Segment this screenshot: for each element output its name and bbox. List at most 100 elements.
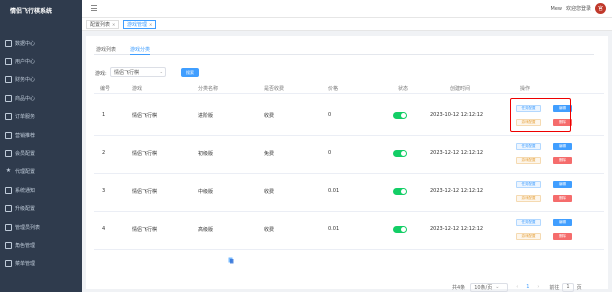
sidebar-item-notice[interactable]: 系统通知: [0, 181, 82, 199]
task-config-button[interactable]: 任务配置: [516, 181, 541, 188]
cell-price: 0.01: [328, 226, 340, 232]
star-icon: ★: [5, 167, 12, 175]
table-row: 3 情侣飞行棋 中级版 收费 0.01 2023-12-12 12:12:12 …: [94, 174, 604, 212]
cell-price: 0: [328, 112, 332, 118]
finance-icon: [5, 76, 12, 84]
column-header: 创建时间: [450, 86, 471, 92]
next-page-icon[interactable]: ›: [537, 284, 539, 290]
delete-button[interactable]: 删除: [553, 157, 572, 164]
close-icon[interactable]: ✕: [149, 22, 152, 27]
goto-suffix: 页: [576, 284, 582, 291]
sidebar-item-label: 管理员列表: [15, 224, 41, 231]
sidebar-item-roles[interactable]: 角色管理: [0, 236, 82, 254]
cell-id: 3: [102, 188, 106, 194]
cell-time: 2023-12-12 12:12:12: [430, 150, 484, 156]
cell-charge: 收费: [264, 113, 275, 119]
table-header: 编号 游戏 分类名称 是否收费 价格 状态 创建时间 操作: [94, 82, 604, 94]
table-row: 4 情侣飞行棋 高级版 收费 0.01 2023-12-12 12:12:12 …: [94, 212, 604, 250]
tab-game-list[interactable]: 游戏列表: [96, 46, 116, 53]
cell-category: 初级版: [198, 151, 214, 157]
sidebar-item-label: 财务中心: [15, 77, 36, 84]
game-select[interactable]: 情侣飞行棋 ⌄: [110, 67, 166, 77]
delete-button[interactable]: 删除: [553, 233, 572, 240]
cell-category: 进阶版: [198, 113, 214, 119]
sidebar: 情侣飞行棋系统 数据中心 用户中心 财务中心 商品中心 订单服务 营销推荐 会员…: [0, 0, 82, 292]
cell-time: 2023-12-12 12:12:12: [430, 188, 484, 194]
edit-button[interactable]: 编辑: [553, 181, 572, 188]
task-config-button[interactable]: 任务配置: [516, 143, 541, 150]
inner-tabs: 游戏列表 游戏分类: [94, 45, 594, 55]
edit-button[interactable]: 编辑: [553, 219, 572, 226]
avatar[interactable]: 官: [595, 3, 606, 14]
cell-charge: 收费: [264, 227, 275, 233]
sidebar-item-label: 角色管理: [15, 242, 36, 249]
sidebar-item-agent[interactable]: ★ 代理配置: [0, 163, 82, 181]
sidebar-item-orders[interactable]: 订单服务: [0, 108, 82, 126]
prev-page-icon[interactable]: ‹: [516, 284, 518, 290]
list-icon: [5, 205, 12, 213]
sidebar-item-member[interactable]: 会员配置: [0, 144, 82, 162]
game-select-value: 情侣飞行棋: [114, 69, 140, 76]
status-toggle[interactable]: [393, 112, 407, 119]
tag-game-manage[interactable]: 游戏管理 ✕: [123, 20, 157, 29]
sidebar-menu: 数据中心 用户中心 财务中心 商品中心 订单服务 营销推荐 会员配置 ★ 代理配置…: [0, 34, 82, 273]
tag-label: 游戏管理: [127, 22, 148, 28]
status-toggle[interactable]: [393, 188, 407, 195]
menu-icon: [5, 260, 12, 268]
cell-game: 情侣飞行棋: [132, 227, 158, 233]
close-icon[interactable]: ✕: [112, 22, 115, 27]
dashboard-icon: [5, 39, 12, 47]
cell-time: 2023-12-12 12:12:12: [430, 226, 484, 232]
page-size-select[interactable]: 10条/页 ⌄: [470, 282, 509, 292]
page-size-value: 10条/页: [474, 284, 493, 291]
page-number-current[interactable]: 1: [526, 284, 529, 290]
sidebar-item-label: 订单服务: [15, 114, 36, 121]
table-row: 2 情侣飞行棋 初级版 免费 0 2023-12-12 12:12:12 任务配…: [94, 136, 604, 174]
sidebar-item-upgrade[interactable]: 升级配置: [0, 200, 82, 218]
sidebar-item-admins[interactable]: 管理员列表: [0, 218, 82, 236]
sidebar-item-goods[interactable]: 商品中心: [0, 89, 82, 107]
sidebar-item-data[interactable]: 数据中心: [0, 34, 82, 52]
goods-icon: [5, 94, 12, 102]
column-header: 操作: [520, 86, 531, 92]
sidebar-item-users[interactable]: 用户中心: [0, 52, 82, 70]
column-header: 编号: [100, 86, 111, 92]
status-toggle[interactable]: [393, 226, 407, 233]
delete-button[interactable]: 删除: [553, 195, 572, 202]
game-config-button[interactable]: 游戏配置: [516, 233, 541, 240]
goto-page-input[interactable]: 1: [562, 282, 574, 292]
game-config-button[interactable]: 游戏配置: [516, 157, 541, 164]
pagination-total: 共4条: [452, 284, 466, 291]
cell-id: 2: [102, 150, 106, 156]
sidebar-item-menus[interactable]: 菜单管理: [0, 255, 82, 273]
edit-button[interactable]: 编辑: [553, 143, 572, 150]
column-header: 分类名称: [198, 86, 219, 92]
column-header: 是否收费: [264, 86, 285, 92]
status-toggle[interactable]: [393, 150, 407, 157]
sidebar-item-label: 商品中心: [15, 95, 36, 102]
tab-game-category[interactable]: 游戏分类: [130, 46, 151, 55]
task-config-button[interactable]: 任务配置: [516, 219, 541, 226]
search-button[interactable]: 搜索: [181, 68, 199, 77]
cursor-icon: [228, 257, 234, 264]
hamburger-icon[interactable]: [91, 5, 97, 11]
chevron-down-icon: ⌄: [159, 69, 163, 74]
sidebar-item-label: 菜单管理: [15, 261, 36, 268]
user-area[interactable]: Mew 欢迎您登录 官: [550, 3, 606, 14]
topbar: Mew 欢迎您登录 官: [82, 0, 612, 18]
order-icon: [5, 113, 12, 121]
tag-label: 配置列表: [90, 22, 111, 28]
sidebar-item-finance[interactable]: 财务中心: [0, 71, 82, 89]
goto-label: 前往: [549, 284, 560, 291]
list-icon: [5, 186, 12, 194]
game-config-button[interactable]: 游戏配置: [516, 195, 541, 202]
user-icon: [5, 58, 12, 66]
cell-id: 4: [102, 226, 106, 232]
pagination: 共4条 10条/页 ⌄ ‹ 1 › 前往 1 页: [452, 282, 582, 292]
cell-category: 中级版: [198, 189, 214, 195]
sidebar-item-marketing[interactable]: 营销推荐: [0, 126, 82, 144]
cell-game: 情侣飞行棋: [132, 151, 158, 157]
user-name: Mew: [550, 5, 562, 12]
tag-config-list[interactable]: 配置列表 ✕: [86, 20, 120, 29]
sidebar-item-label: 会员配置: [15, 151, 36, 158]
